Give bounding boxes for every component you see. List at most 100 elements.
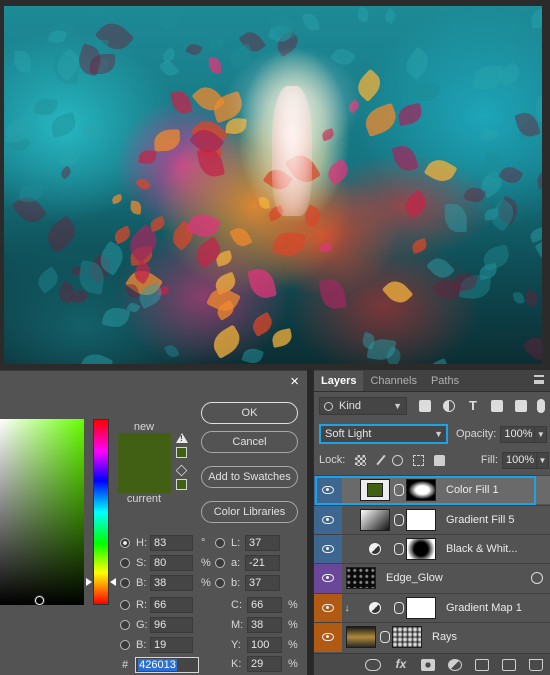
lock-position-icon[interactable]	[392, 454, 404, 466]
link-chain-icon[interactable]	[394, 484, 404, 496]
close-icon[interactable]: ×	[290, 373, 299, 390]
yellow-input[interactable]: 100	[247, 637, 282, 653]
hue-input[interactable]: 83	[150, 535, 193, 551]
blend-mode-select[interactable]: Soft Light ▼	[319, 424, 448, 444]
smart-object-filter-icon[interactable]	[515, 400, 527, 412]
gamut-swatch[interactable]	[176, 447, 187, 458]
lock-pixels-icon[interactable]	[376, 454, 386, 466]
fill-input[interactable]: 100%	[502, 451, 537, 469]
lab-l-radio[interactable]	[215, 538, 225, 548]
green-radio[interactable]	[120, 620, 130, 630]
layer-name[interactable]: Edge_Glow	[386, 572, 443, 584]
lab-l-input[interactable]: 37	[245, 535, 280, 551]
eye-icon[interactable]	[314, 534, 342, 564]
brightness-radio[interactable]	[120, 578, 130, 588]
layer-mask-thumbnail[interactable]	[406, 509, 436, 531]
tab-layers[interactable]: Layers	[314, 371, 364, 391]
new-adjustment-layer-icon[interactable]	[448, 658, 462, 671]
layer-mask-thumbnail[interactable]	[406, 479, 436, 501]
eye-icon[interactable]	[314, 475, 342, 505]
hue-radio[interactable]	[120, 538, 130, 548]
add-to-swatches-button[interactable]: Add to Swatches	[201, 466, 298, 488]
color-marker[interactable]	[35, 596, 44, 605]
filter-toggle-icon[interactable]	[537, 399, 545, 413]
pixel-filter-icon[interactable]	[419, 400, 431, 412]
layer-row-color-fill-1[interactable]: Color Fill 1	[314, 475, 550, 505]
lock-all-icon[interactable]	[434, 454, 446, 466]
lock-artboard-icon[interactable]	[413, 454, 425, 466]
lab-a-input[interactable]: -21	[245, 555, 280, 571]
lab-b-input[interactable]: 37	[245, 575, 280, 591]
opacity-dropdown-icon[interactable]: ▼	[535, 425, 548, 443]
layer-style-icon[interactable]	[531, 572, 543, 584]
layer-row-gradient-map-1[interactable]: ↓ Gradient Map 1	[314, 593, 550, 623]
lab-a-radio[interactable]	[215, 558, 225, 568]
link-layers-icon[interactable]	[365, 658, 381, 671]
layer-name[interactable]: Color Fill 1	[446, 484, 499, 496]
tab-channels[interactable]: Channels	[363, 371, 423, 391]
filter-kind-select[interactable]: Kind ▼	[319, 397, 407, 415]
layer-name[interactable]: Black & Whit...	[446, 543, 518, 555]
cyan-input[interactable]: 66	[247, 597, 282, 613]
layer-row-gradient-fill-5[interactable]: Gradient Fill 5	[314, 505, 550, 535]
current-color-swatch[interactable]	[118, 463, 171, 493]
color-libraries-button[interactable]: Color Libraries	[201, 501, 298, 523]
link-chain-icon[interactable]	[394, 514, 404, 526]
blue-input[interactable]: 19	[150, 637, 193, 653]
cancel-button[interactable]: Cancel	[201, 431, 298, 453]
magenta-input[interactable]: 38	[247, 617, 282, 633]
hue-slider-left-arrow-icon[interactable]	[86, 578, 92, 586]
link-chain-icon[interactable]	[394, 543, 404, 555]
layer-name[interactable]: Rays	[432, 631, 457, 643]
saturation-input[interactable]: 80	[150, 555, 193, 571]
hue-slider[interactable]	[93, 419, 109, 605]
red-radio[interactable]	[120, 600, 130, 610]
web-safe-swatch[interactable]	[176, 479, 187, 490]
fill-dropdown-icon[interactable]: ▼	[537, 451, 549, 469]
layer-mask-thumbnail[interactable]	[406, 538, 436, 560]
layer-mask-thumbnail[interactable]	[392, 626, 422, 648]
red-input[interactable]: 66	[150, 597, 193, 613]
link-chain-icon[interactable]	[380, 631, 390, 643]
type-filter-icon[interactable]: T	[467, 399, 479, 412]
document-canvas[interactable]	[0, 0, 550, 370]
leaf-decoration	[480, 127, 499, 144]
new-layer-icon[interactable]	[502, 658, 516, 671]
leaf-decoration	[90, 53, 116, 74]
trash-icon[interactable]	[529, 658, 543, 671]
brightness-field: B: 38 %	[120, 575, 211, 591]
leaf-decoration	[246, 265, 278, 301]
eye-icon[interactable]	[314, 622, 342, 652]
shape-filter-icon[interactable]	[491, 400, 503, 412]
saturation-radio[interactable]	[120, 558, 130, 568]
new-group-folder-icon[interactable]	[475, 658, 489, 671]
layer-row-rays[interactable]: Rays	[314, 622, 550, 652]
adjustment-filter-icon[interactable]	[443, 400, 455, 412]
web-safe-cube-icon[interactable]	[175, 464, 188, 477]
tab-paths[interactable]: Paths	[424, 371, 466, 391]
layer-row-black-white[interactable]: Black & Whit...	[314, 534, 550, 564]
blue-radio[interactable]	[120, 640, 130, 650]
saturation-brightness-field[interactable]	[0, 419, 84, 605]
layer-row-edge-glow[interactable]: Edge_Glow	[314, 563, 550, 593]
eye-icon[interactable]	[314, 593, 342, 623]
green-input[interactable]: 96	[150, 617, 193, 633]
eye-icon[interactable]	[314, 563, 342, 593]
hue-slider-right-arrow-icon[interactable]	[110, 578, 116, 586]
add-mask-icon[interactable]	[421, 658, 435, 671]
lock-transparency-icon[interactable]	[355, 454, 367, 466]
lab-b-radio[interactable]	[215, 578, 225, 588]
link-chain-icon[interactable]	[394, 602, 404, 614]
ok-button[interactable]: OK	[201, 402, 298, 424]
brightness-input[interactable]: 38	[150, 575, 193, 591]
black-input[interactable]: 29	[247, 656, 282, 672]
layer-mask-thumbnail[interactable]	[406, 597, 436, 619]
out-of-gamut-warning-icon[interactable]	[176, 433, 188, 443]
eye-icon[interactable]	[314, 505, 342, 535]
hex-input[interactable]: 426013	[135, 657, 200, 673]
panel-menu-icon[interactable]	[534, 375, 544, 384]
layer-name[interactable]: Gradient Map 1	[446, 602, 522, 614]
opacity-input[interactable]: 100%	[500, 425, 536, 443]
layer-name[interactable]: Gradient Fill 5	[446, 514, 514, 526]
fx-icon[interactable]: fx	[394, 658, 408, 671]
